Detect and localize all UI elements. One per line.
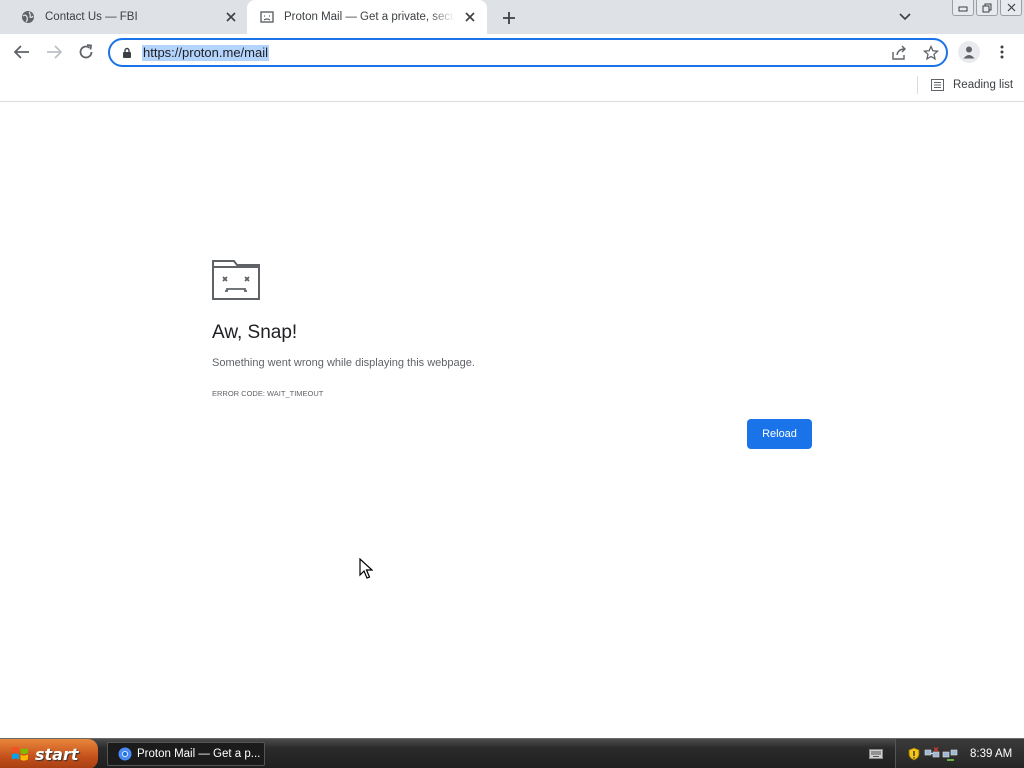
forward-arrow-icon[interactable]	[42, 40, 66, 64]
reading-list-label: Reading list	[953, 79, 1014, 91]
back-arrow-icon[interactable]	[10, 40, 34, 64]
reading-list-button[interactable]: Reading list	[930, 76, 1013, 94]
taskbar-item-chrome[interactable]: Proton Mail — Get a p...	[107, 742, 265, 766]
tab-strip: Contact Us — FBI Proton Mail — Get a pri…	[0, 0, 1024, 34]
bookmark-star-icon[interactable]	[922, 44, 940, 62]
error-code: Error code: WAIT_TIMEOUT	[212, 389, 324, 398]
system-tray: 8:39 AM	[895, 739, 1024, 768]
page-content: Aw, Snap! Something went wrong while dis…	[0, 103, 1024, 738]
address-bar[interactable]: https://proton.me/mail	[108, 38, 948, 67]
chevron-down-icon[interactable]	[895, 8, 915, 26]
reload-icon[interactable]	[74, 40, 98, 64]
sad-page-icon	[259, 9, 275, 25]
error-message: Something went wrong while displaying th…	[212, 357, 475, 369]
reload-button[interactable]: Reload	[747, 419, 812, 449]
start-label: start	[35, 744, 79, 764]
kebab-menu-icon[interactable]	[992, 41, 1012, 63]
tab-proton-mail[interactable]: Proton Mail — Get a private, secure, and…	[247, 0, 487, 34]
lock-icon[interactable]	[120, 45, 134, 61]
network-disconnected-icon[interactable]	[924, 746, 940, 762]
close-window-icon[interactable]	[1000, 0, 1022, 16]
mouse-pointer-icon	[359, 557, 374, 580]
tab-title: Contact Us — FBI	[45, 11, 138, 23]
close-tab-icon[interactable]	[222, 8, 240, 26]
bookmarks-separator	[917, 76, 918, 94]
restore-icon[interactable]	[976, 0, 998, 16]
security-shield-icon[interactable]	[906, 746, 922, 762]
sad-tab-icon	[212, 260, 260, 300]
clock: 8:39 AM	[970, 748, 1013, 760]
tab-title: Proton Mail — Get a private, secure, and…	[284, 11, 455, 23]
keyboard-icon[interactable]	[868, 747, 884, 761]
url-text[interactable]: https://proton.me/mail	[142, 45, 269, 61]
tab-contact-us-fbi[interactable]: Contact Us — FBI	[8, 0, 246, 34]
minimize-icon[interactable]	[952, 0, 974, 16]
reading-list-icon	[930, 78, 944, 92]
start-button[interactable]: start	[0, 739, 98, 768]
bookmarks-bar: Reading list	[0, 71, 1024, 102]
error-title: Aw, Snap!	[212, 322, 298, 343]
close-tab-icon[interactable]	[461, 8, 479, 26]
taskbar-item-label: Proton Mail — Get a p...	[137, 748, 261, 760]
windows-flag-icon	[10, 744, 30, 764]
chrome-icon	[118, 747, 132, 761]
share-icon[interactable]	[890, 44, 908, 62]
window-controls	[952, 0, 1022, 18]
taskbar: start Proton Mail — Get a p... 8:39 AM	[0, 738, 1024, 768]
globe-icon	[20, 9, 36, 25]
new-tab-plus-icon[interactable]	[498, 7, 520, 29]
network-connected-icon[interactable]	[942, 746, 958, 762]
browser-toolbar: https://proton.me/mail	[0, 34, 1024, 71]
profile-avatar-icon[interactable]	[958, 41, 980, 63]
